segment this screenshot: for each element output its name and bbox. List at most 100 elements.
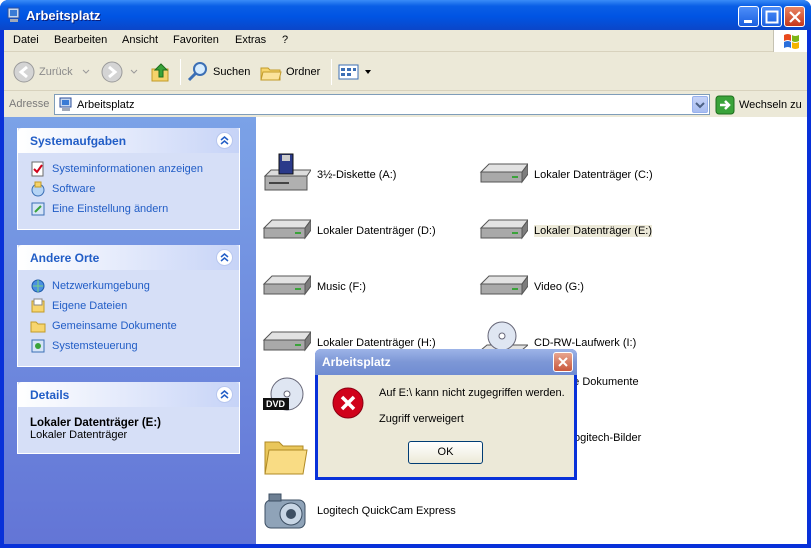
menu-extras[interactable]: Extras [235,34,266,46]
link-software[interactable]: Software [30,179,239,199]
chevron-down-icon [130,69,138,74]
views-icon [338,64,359,80]
dvd-drive[interactable]: DVD [261,376,311,422]
go-button[interactable]: Wechseln zu [715,95,802,115]
computer-icon [7,7,20,22]
window-title: Arbeitsplatz [26,8,101,23]
floppy-drive-icon [263,153,311,191]
folder-icon [264,441,308,475]
menu-bar: Datei Bearbeiten Ansicht Favoriten Extra… [4,30,807,52]
details-name: Lokaler Datenträger (E:) [30,417,162,429]
panel-header[interactable]: Details [18,382,239,407]
address-bar: Adresse Arbeitsplatz Wechseln zu [4,92,807,117]
address-input[interactable]: Arbeitsplatz [54,94,710,115]
details-panel: Details Lokaler Datenträger (E:) Lokaler… [17,382,240,454]
panel-header[interactable]: Systemaufgaben [18,128,239,153]
collapse-button[interactable] [216,249,233,266]
computer-icon [59,97,72,111]
forward-button[interactable] [100,59,144,85]
system-info-icon [31,161,44,177]
settings-icon [31,202,45,216]
chevron-down-icon [82,69,89,74]
item-label: ogitech-Bilder [574,432,642,444]
go-label: Wechseln zu [739,99,802,111]
drive-d[interactable]: Lokaler Datenträger (D:) [261,208,436,254]
link-eigene-dateien[interactable]: Eigene Dateien [30,296,239,316]
chevron-up-icon [220,136,229,145]
panel-title: Details [30,388,70,402]
forward-arrow-icon [101,61,123,83]
drive-a[interactable]: 3½-Diskette (A:) [261,152,396,198]
link-netzwerkumgebung[interactable]: Netzwerkumgebung [30,276,239,296]
drive-g[interactable]: Video (G:) [478,264,584,310]
system-tasks-panel: Systemaufgaben Systeminformationen anzei… [17,128,240,230]
item-label: CD-RW-Laufwerk (I:) [534,337,637,349]
other-places-panel: Andere Orte Netzwerkumgebung Eigene Date… [17,245,240,367]
item-label: Lokaler Datenträger (H:) [317,337,436,349]
toolbar-separator [180,59,181,85]
windows-logo [773,30,807,52]
dvd-drive-icon: DVD [263,377,304,411]
drive-f[interactable]: Music (F:) [261,264,366,310]
dialog-title: Arbeitsplatz [322,355,391,369]
title-bar[interactable]: Arbeitsplatz [0,0,811,30]
dialog-body: Auf E:\ kann nicht zugegriffen werden. Z… [318,375,574,477]
control-panel-icon [31,339,45,353]
close-icon [558,357,568,367]
address-value: Arbeitsplatz [77,99,135,111]
views-button[interactable] [337,59,375,85]
ok-button[interactable]: OK [408,441,483,464]
hard-drive-icon [479,163,528,184]
chevron-up-icon [220,390,229,399]
dialog-message: Auf E:\ kann nicht zugegriffen werden. [379,387,565,399]
item-label: Music (F:) [317,281,366,293]
address-dropdown-button[interactable] [692,96,708,113]
drive-c[interactable]: Lokaler Datenträger (C:) [478,152,653,198]
collapse-button[interactable] [216,132,233,149]
menu-favoriten[interactable]: Favoriten [173,34,219,46]
error-dialog: Arbeitsplatz Auf E:\ kann nicht zugegrif… [315,349,577,480]
dialog-close-button[interactable] [553,352,573,372]
folders-label: Ordner [286,66,321,78]
drive-e[interactable]: Lokaler Datenträger (E:) [478,208,652,254]
folder-item[interactable] [261,432,311,478]
collapse-button[interactable] [216,386,233,403]
link-systemsteuerung[interactable]: Systemsteuerung [30,336,239,356]
back-button[interactable]: Zurück [12,59,96,85]
search-icon [187,62,207,82]
close-button[interactable] [784,6,805,27]
link-gemeinsame-dokumente[interactable]: Gemeinsame Dokumente [30,316,239,336]
item-label: 3½-Diskette (A:) [317,169,397,181]
back-arrow-icon [13,61,35,83]
hard-drive-icon [262,219,311,240]
back-label: Zurück [39,66,73,78]
folders-button[interactable]: Ordner [259,59,320,85]
hard-drive-icon [479,275,528,296]
toolbar-separator [331,59,332,85]
webcam-icon [264,493,306,529]
dialog-title-bar[interactable]: Arbeitsplatz [315,349,577,375]
minimize-button[interactable] [738,6,759,27]
link-systeminformationen[interactable]: Systeminformationen anzeigen [30,159,239,179]
panel-title: Systemaufgaben [30,134,127,148]
webcam-item[interactable]: Logitech QuickCam Express [261,488,456,534]
my-documents-icon [31,298,45,313]
hard-drive-icon [479,219,528,240]
task-pane: Systemaufgaben Systeminformationen anzei… [4,117,256,544]
link-einstellung[interactable]: Eine Einstellung ändern [30,199,239,219]
folder-up-icon [151,63,169,82]
dialog-detail: Zugriff verweigert [379,413,464,425]
address-label: Adresse [9,98,50,110]
software-icon [31,181,45,197]
search-button[interactable]: Suchen [186,59,250,85]
menu-help[interactable]: ? [282,34,288,46]
windows-flag-icon [784,34,799,49]
menu-datei[interactable]: Datei [13,34,39,46]
hard-drive-icon [262,275,311,296]
panel-header[interactable]: Andere Orte [18,245,239,270]
item-label: Video (G:) [534,281,584,293]
menu-bearbeiten[interactable]: Bearbeiten [54,34,107,46]
maximize-button[interactable] [761,6,782,27]
up-folder-button[interactable] [150,59,175,85]
menu-ansicht[interactable]: Ansicht [122,34,158,46]
